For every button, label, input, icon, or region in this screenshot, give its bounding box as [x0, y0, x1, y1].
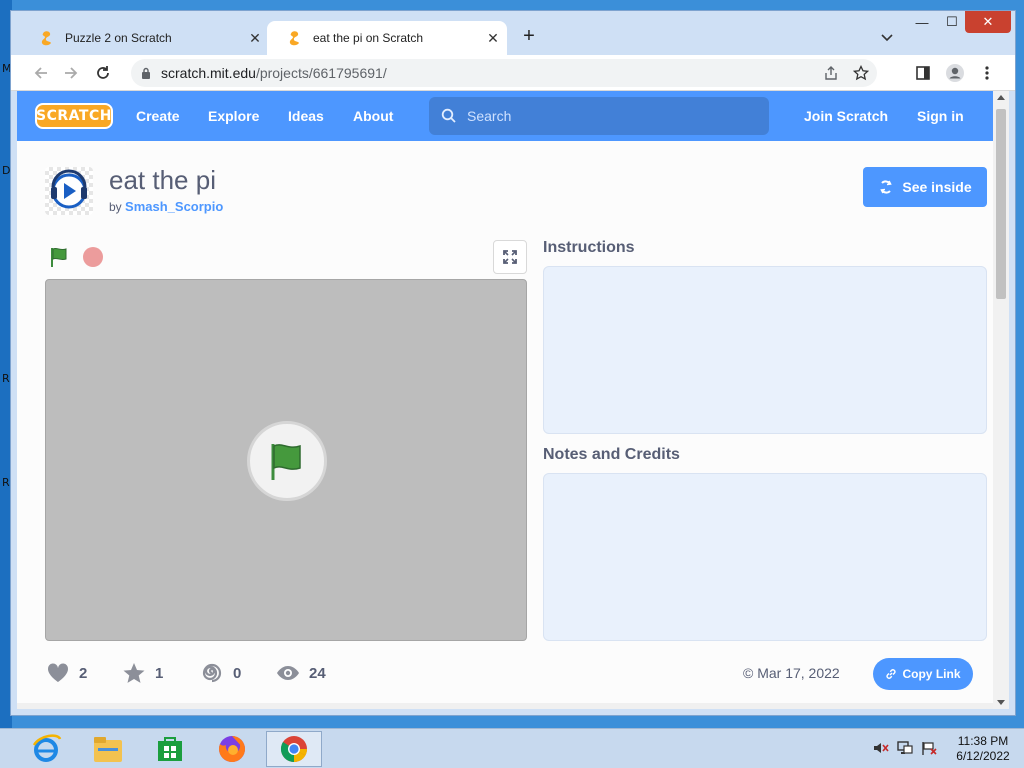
browser-window: Puzzle 2 on Scratch ✕ eat the pi on Scra… — [10, 10, 1016, 716]
side-panel-icon[interactable] — [911, 61, 935, 85]
stop-icon[interactable] — [83, 247, 103, 267]
project-stage[interactable] — [45, 279, 527, 641]
firefox-icon[interactable] — [204, 731, 260, 767]
system-clock[interactable]: 11:38 PM 6/12/2022 — [950, 734, 1016, 764]
favorite-stat[interactable]: 1 — [121, 661, 163, 685]
volume-muted-icon[interactable] — [872, 739, 890, 757]
profile-avatar-icon[interactable] — [943, 61, 967, 85]
close-window-button[interactable]: ✕ — [965, 11, 1011, 33]
copy-link-label: Copy Link — [902, 667, 961, 681]
big-green-flag-icon[interactable] — [247, 421, 327, 501]
love-count: 2 — [79, 664, 88, 682]
back-arrow-icon[interactable] — [29, 61, 53, 85]
green-flag-icon[interactable] — [49, 246, 71, 268]
join-scratch-link[interactable]: Join Scratch — [804, 91, 888, 141]
url-path: /projects/661795691/ — [255, 65, 387, 81]
scratch-navbar: SCRATCH Create Explore Ideas About Searc… — [17, 91, 993, 141]
scratch-favicon-icon — [39, 30, 55, 46]
tab-close-icon[interactable]: ✕ — [241, 30, 269, 47]
file-explorer-icon[interactable] — [80, 731, 136, 767]
clock-time: 11:38 PM — [957, 734, 1009, 748]
maximize-button[interactable]: ☐ — [937, 11, 967, 33]
network-icon[interactable] — [896, 739, 914, 757]
remix-spiral-icon — [199, 661, 225, 685]
see-inside-button[interactable]: See inside — [863, 167, 987, 207]
notes-heading: Notes and Credits — [543, 446, 680, 463]
taskbar: 11:38 PM 6/12/2022 — [0, 728, 1024, 768]
tab-close-icon[interactable]: ✕ — [479, 30, 507, 47]
heart-icon — [45, 661, 71, 685]
minimize-button[interactable]: — — [907, 11, 937, 33]
page-section-divider — [17, 703, 993, 709]
scratch-favicon-icon — [287, 30, 303, 46]
nav-create[interactable]: Create — [136, 91, 180, 141]
scrollbar-thumb[interactable] — [996, 109, 1006, 299]
copy-link-button[interactable]: Copy Link — [873, 658, 973, 690]
remix-stat: 0 — [199, 661, 241, 685]
star-icon — [121, 661, 147, 685]
love-stat[interactable]: 2 — [45, 661, 87, 685]
chrome-icon[interactable] — [266, 731, 322, 767]
instructions-box — [543, 266, 987, 434]
nav-ideas[interactable]: Ideas — [288, 91, 324, 141]
search-placeholder: Search — [467, 108, 512, 124]
scratch-logo[interactable]: SCRATCH — [35, 103, 113, 129]
see-inside-label: See inside — [902, 179, 972, 195]
desktop-icon-label: R — [2, 476, 10, 489]
remix-arrows-icon — [878, 179, 894, 195]
tab-eat-the-pi[interactable]: eat the pi on Scratch ✕ — [267, 21, 507, 55]
lock-icon — [141, 66, 153, 80]
more-menu-icon[interactable] — [975, 61, 999, 85]
nav-about[interactable]: About — [353, 91, 393, 141]
page-viewport: SCRATCH Create Explore Ideas About Searc… — [17, 91, 993, 709]
link-icon — [885, 668, 897, 680]
tab-search-chevron-icon[interactable] — [877, 27, 897, 47]
author-link[interactable]: Smash_Scorpio — [125, 199, 223, 214]
browser-toolbar: scratch.mit.edu/projects/661795691/ — [11, 55, 1015, 91]
fullscreen-button[interactable] — [493, 240, 527, 274]
views-count: 24 — [309, 664, 326, 682]
search-input[interactable]: Search — [429, 97, 769, 135]
reload-icon[interactable] — [91, 61, 115, 85]
scroll-down-arrow-icon[interactable] — [997, 700, 1005, 705]
forward-arrow-icon[interactable] — [59, 61, 83, 85]
desktop-icon-label: R — [2, 372, 10, 385]
url-host: scratch.mit.edu — [161, 65, 256, 81]
new-tab-button[interactable]: + — [517, 25, 541, 49]
favorite-count: 1 — [155, 664, 164, 682]
author-avatar[interactable] — [45, 167, 93, 215]
bookmark-star-icon[interactable] — [851, 63, 871, 83]
by-prefix: by — [109, 200, 122, 214]
sign-in-link[interactable]: Sign in — [917, 91, 964, 141]
tab-strip: Puzzle 2 on Scratch ✕ eat the pi on Scra… — [11, 11, 1015, 55]
tab-title: Puzzle 2 on Scratch — [65, 31, 172, 45]
store-icon[interactable] — [142, 731, 198, 767]
instructions-heading: Instructions — [543, 239, 635, 256]
tab-title: eat the pi on Scratch — [313, 31, 424, 45]
tab-puzzle-2[interactable]: Puzzle 2 on Scratch ✕ — [19, 21, 269, 55]
clock-date: 6/12/2022 — [956, 749, 1010, 763]
project-title: eat the pi — [109, 165, 216, 195]
search-icon — [441, 108, 457, 124]
project-byline: by Smash_Scorpio — [109, 199, 223, 214]
internet-explorer-icon[interactable] — [18, 731, 74, 767]
remix-count: 0 — [233, 664, 242, 682]
notes-box — [543, 473, 987, 641]
scroll-up-arrow-icon[interactable] — [997, 95, 1005, 100]
eye-icon — [275, 661, 301, 685]
action-center-flag-icon[interactable] — [920, 739, 938, 757]
fullscreen-icon — [503, 250, 517, 264]
nav-explore[interactable]: Explore — [208, 91, 259, 141]
page-scrollbar[interactable] — [993, 91, 1009, 709]
views-stat: 24 — [275, 661, 326, 685]
share-icon[interactable] — [821, 63, 841, 83]
address-bar[interactable]: scratch.mit.edu/projects/661795691/ — [131, 59, 877, 87]
share-date: © Mar 17, 2022 — [743, 665, 840, 681]
